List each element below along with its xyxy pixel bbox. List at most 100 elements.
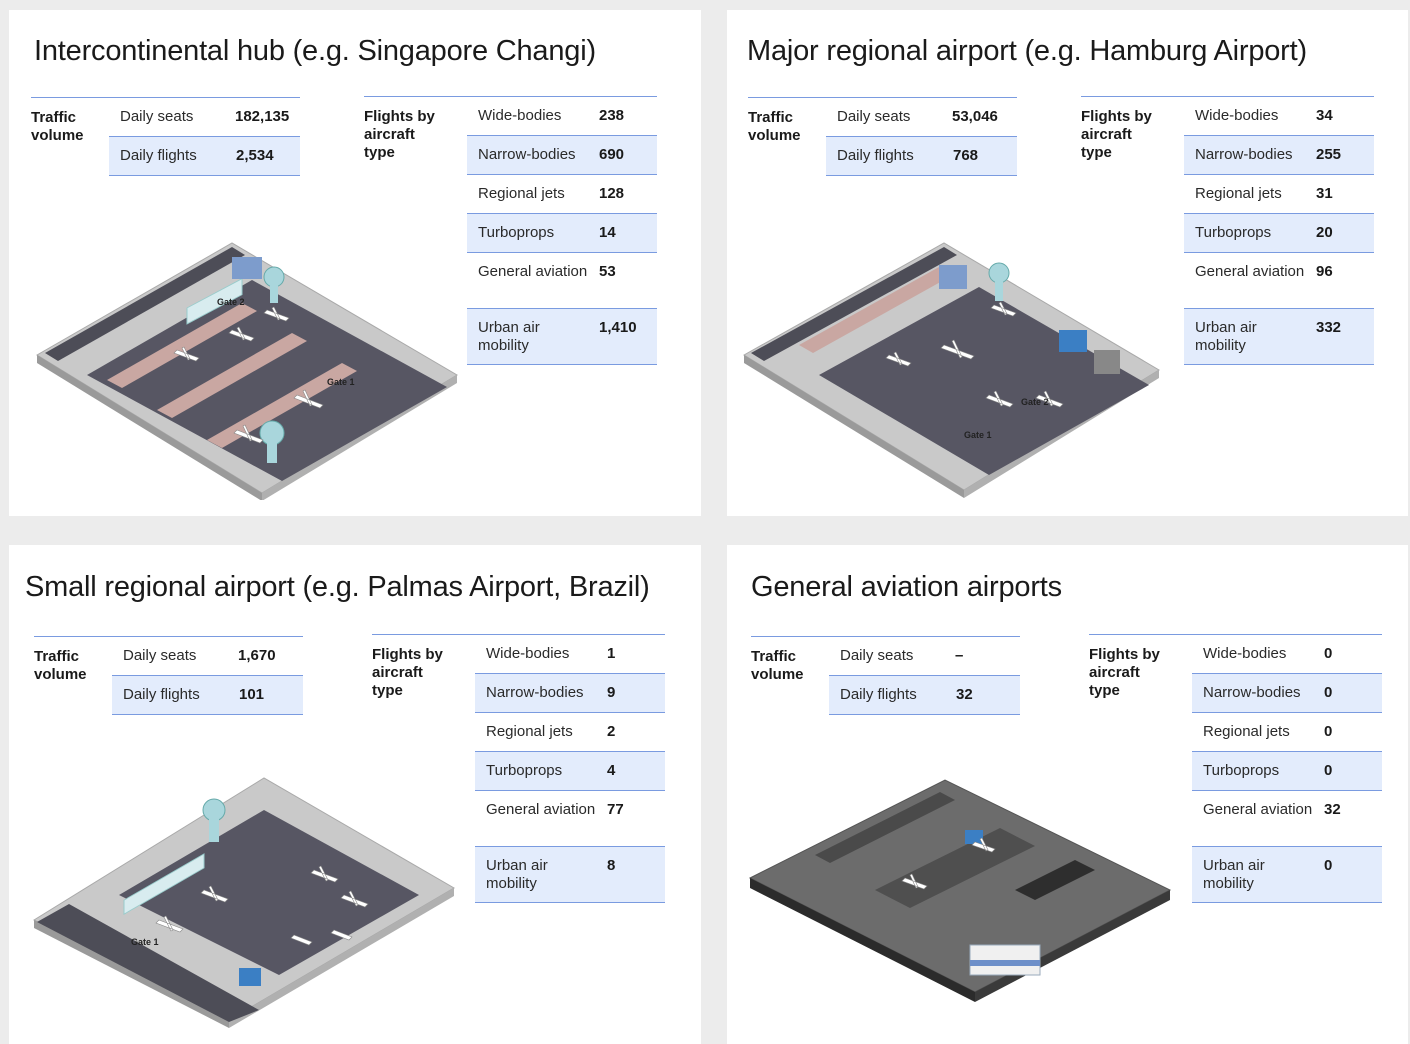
daily-seats-value: – <box>955 647 964 664</box>
aircraft-label: Wide-bodies <box>1195 107 1279 124</box>
aircraft-label: General aviation <box>1203 801 1313 818</box>
aircraft-value: 1 <box>607 645 616 662</box>
aircraft-value: 0 <box>1324 684 1333 701</box>
panel-title: Major regional airport (e.g. Hamburg Air… <box>747 35 1307 67</box>
aircraft-row-turboprops: Turboprops 0 <box>1192 752 1382 791</box>
aircraft-value: 96 <box>1316 263 1333 280</box>
daily-flights-value: 2,534 <box>236 147 274 164</box>
daily-flights-label: Daily flights <box>837 147 914 164</box>
airport-illustration <box>745 770 1175 1010</box>
flights-by-aircraft-label: Flights by aircraft type <box>364 108 435 161</box>
aircraft-label: General aviation <box>478 263 588 280</box>
panel-title: General aviation airports <box>751 571 1062 603</box>
aircraft-value: 31 <box>1316 185 1333 202</box>
aircraft-label: Urban air mobility <box>486 857 548 892</box>
aircraft-label: Urban air mobility <box>478 319 540 354</box>
daily-flights-row: Daily flights 2,534 <box>109 137 300 176</box>
aircraft-label: Narrow-bodies <box>1203 684 1301 701</box>
aircraft-label: Turboprops <box>1195 224 1272 241</box>
aircraft-label: Wide-bodies <box>1203 645 1287 662</box>
aircraft-label: Narrow-bodies <box>478 146 576 163</box>
aircraft-row-wide-bodies: Wide-bodies 1 <box>475 635 665 674</box>
aircraft-value: 0 <box>1324 645 1333 662</box>
daily-flights-label: Daily flights <box>840 686 917 703</box>
aircraft-value: 53 <box>599 263 616 280</box>
daily-seats-label: Daily seats <box>120 108 194 125</box>
traffic-volume-label: Traffic volume <box>34 648 87 683</box>
aircraft-label: Regional jets <box>478 185 565 202</box>
daily-seats-value: 182,135 <box>235 108 290 125</box>
gate-label: Gate 1 <box>327 377 355 387</box>
daily-seats-label: Daily seats <box>837 108 911 125</box>
aircraft-label: Regional jets <box>1203 723 1290 740</box>
daily-flights-row: Daily flights 101 <box>112 676 303 715</box>
aircraft-row-turboprops: Turboprops 14 <box>467 214 657 253</box>
daily-flights-label: Daily flights <box>123 686 200 703</box>
aircraft-row-narrow-bodies: Narrow-bodies 255 <box>1184 136 1374 175</box>
panel-major-regional-airport: Major regional airport (e.g. Hamburg Air… <box>727 10 1408 516</box>
aircraft-row-urban-air-mobility: Urban air mobility 0 <box>1192 847 1382 903</box>
daily-seats-label: Daily seats <box>840 647 914 664</box>
aircraft-row-urban-air-mobility: Urban air mobility 332 <box>1184 309 1374 365</box>
aircraft-value: 20 <box>1316 224 1333 241</box>
aircraft-row-regional-jets: Regional jets 2 <box>475 713 665 752</box>
aircraft-row-general-aviation: General aviation 53 <box>467 253 657 309</box>
aircraft-value: 128 <box>599 185 625 202</box>
aircraft-row-general-aviation: General aviation 96 <box>1184 253 1374 309</box>
aircraft-value: 4 <box>607 762 616 779</box>
aircraft-label: Urban air mobility <box>1203 857 1265 892</box>
aircraft-row-wide-bodies: Wide-bodies 34 <box>1184 97 1374 136</box>
aircraft-row-general-aviation: General aviation 77 <box>475 791 665 847</box>
aircraft-label: Narrow-bodies <box>1195 146 1293 163</box>
aircraft-label: General aviation <box>486 801 596 818</box>
flights-by-aircraft-label: Flights by aircraft type <box>1089 646 1160 699</box>
aircraft-label: Narrow-bodies <box>486 684 584 701</box>
aircraft-row-urban-air-mobility: Urban air mobility 8 <box>475 847 665 903</box>
daily-seats-row: Daily seats – <box>829 637 1020 676</box>
daily-flights-value: 768 <box>953 147 979 164</box>
aircraft-value: 14 <box>599 224 616 241</box>
aircraft-label: Regional jets <box>486 723 573 740</box>
daily-seats-row: Daily seats 53,046 <box>826 98 1017 137</box>
aircraft-value: 0 <box>1324 762 1333 779</box>
aircraft-row-turboprops: Turboprops 20 <box>1184 214 1374 253</box>
aircraft-value: 32 <box>1324 801 1341 818</box>
aircraft-row-general-aviation: General aviation 32 <box>1192 791 1382 847</box>
aircraft-row-wide-bodies: Wide-bodies 0 <box>1192 635 1382 674</box>
airport-hub-illustration: Gate 2 Gate 1 <box>36 242 458 500</box>
gate-label: Gate 1 <box>964 430 992 440</box>
traffic-volume-label: Traffic volume <box>31 109 84 144</box>
aircraft-label: Turboprops <box>486 762 563 779</box>
panel-small-regional-airport: Small regional airport (e.g. Palmas Airp… <box>9 545 701 1044</box>
airport-illustration: Gate 2 Gate 1 <box>27 235 467 500</box>
gate-label: Gate 2 <box>1021 397 1049 407</box>
daily-seats-value: 1,670 <box>238 647 276 664</box>
aircraft-row-narrow-bodies: Narrow-bodies 9 <box>475 674 665 713</box>
aircraft-value: 0 <box>1324 723 1333 740</box>
aircraft-label: Turboprops <box>478 224 555 241</box>
panel-general-aviation-airports: General aviation airports Traffic volume… <box>727 545 1408 1044</box>
aircraft-row-turboprops: Turboprops 4 <box>475 752 665 791</box>
aircraft-value: 238 <box>599 107 625 124</box>
gate-label: Gate 1 <box>131 937 159 947</box>
aircraft-row-regional-jets: Regional jets 0 <box>1192 713 1382 752</box>
aircraft-label: Regional jets <box>1195 185 1282 202</box>
aircraft-row-narrow-bodies: Narrow-bodies 0 <box>1192 674 1382 713</box>
daily-flights-label: Daily flights <box>120 147 197 164</box>
airport-small-illustration: Gate 1 <box>32 777 455 1028</box>
aircraft-row-regional-jets: Regional jets 128 <box>467 175 657 214</box>
aircraft-row-narrow-bodies: Narrow-bodies 690 <box>467 136 657 175</box>
aircraft-value: 8 <box>607 857 616 874</box>
aircraft-row-regional-jets: Regional jets 31 <box>1184 175 1374 214</box>
aircraft-label: Wide-bodies <box>478 107 562 124</box>
aircraft-row-wide-bodies: Wide-bodies 238 <box>467 97 657 136</box>
aircraft-value: 690 <box>599 146 625 163</box>
aircraft-label: Urban air mobility <box>1195 319 1257 354</box>
flights-by-aircraft-label: Flights by aircraft type <box>372 646 443 699</box>
panel-title: Small regional airport (e.g. Palmas Airp… <box>25 571 650 603</box>
aircraft-label: Wide-bodies <box>486 645 570 662</box>
aircraft-value: 0 <box>1324 857 1333 874</box>
aircraft-value: 332 <box>1316 319 1342 336</box>
daily-seats-row: Daily seats 182,135 <box>109 98 300 137</box>
aircraft-label: Turboprops <box>1203 762 1280 779</box>
